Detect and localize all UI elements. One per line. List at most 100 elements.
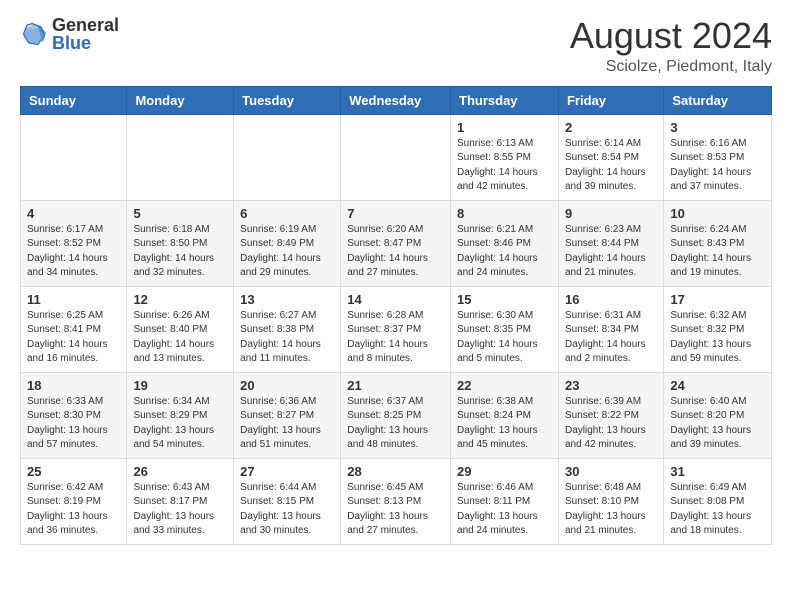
day-info: Sunrise: 6:42 AM Sunset: 8:19 PM Dayligh… bbox=[27, 481, 120, 539]
calendar-day-6: 6Sunrise: 6:19 AM Sunset: 8:49 PM Daylig… bbox=[234, 200, 341, 286]
day-number: 25 bbox=[27, 464, 120, 479]
title-section: August 2024 Sciolze, Piedmont, Italy bbox=[570, 16, 772, 76]
calendar-week-2: 4 Sunrise: 6:17 AM Sunset: 8:52 PM Daylig… bbox=[21, 200, 772, 286]
calendar-day-16: 16 Sunrise: 6:31 AM Sunset: 8:34 PM Dayli… bbox=[558, 286, 663, 372]
calendar-day-31: 31 Sunrise: 6:49 AM Sunset: 8:08 PM Dayli… bbox=[664, 458, 772, 544]
day-number: 18 bbox=[27, 378, 120, 393]
day-number: 29 bbox=[457, 464, 552, 479]
day-info: Sunrise: 6:48 AM Sunset: 8:10 PM Dayligh… bbox=[565, 481, 657, 539]
calendar-day-17: 17 Sunrise: 6:32 AM Sunset: 8:32 PM Dayli… bbox=[664, 286, 772, 372]
calendar-day-22: 22 Sunrise: 6:38 AM Sunset: 8:24 PM Dayli… bbox=[451, 372, 559, 458]
calendar-header-thursday: Thursday bbox=[451, 86, 559, 114]
calendar-day-empty-0-0 bbox=[21, 114, 127, 200]
day-info: Sunrise: 6:26 AM Sunset: 8:40 PM Dayligh… bbox=[133, 309, 227, 367]
calendar-day-2: 2Sunrise: 6:14 AM Sunset: 8:54 PM Daylig… bbox=[558, 114, 663, 200]
day-info: Sunrise: 6:34 AM Sunset: 8:29 PM Dayligh… bbox=[133, 395, 227, 453]
calendar-day-empty-0-2 bbox=[234, 114, 341, 200]
day-number: 7 bbox=[347, 206, 444, 221]
calendar-week-3: 11 Sunrise: 6:25 AM Sunset: 8:41 PM Dayli… bbox=[21, 286, 772, 372]
month-year: August 2024 bbox=[570, 16, 772, 56]
day-number: 16 bbox=[565, 292, 657, 307]
day-info: Sunrise: 6:49 AM Sunset: 8:08 PM Dayligh… bbox=[670, 481, 765, 539]
calendar-day-15: 15 Sunrise: 6:30 AM Sunset: 8:35 PM Dayli… bbox=[451, 286, 559, 372]
day-info: Sunrise: 6:39 AM Sunset: 8:22 PM Dayligh… bbox=[565, 395, 657, 453]
calendar-week-4: 18 Sunrise: 6:33 AM Sunset: 8:30 PM Dayli… bbox=[21, 372, 772, 458]
calendar-header-friday: Friday bbox=[558, 86, 663, 114]
logo-icon bbox=[20, 20, 48, 48]
calendar-day-30: 30 Sunrise: 6:48 AM Sunset: 8:10 PM Dayli… bbox=[558, 458, 663, 544]
day-info: Sunrise: 6:33 AM Sunset: 8:30 PM Dayligh… bbox=[27, 395, 120, 453]
day-info: Sunrise: 6:43 AM Sunset: 8:17 PM Dayligh… bbox=[133, 481, 227, 539]
day-info: Sunrise: 6:38 AM Sunset: 8:24 PM Dayligh… bbox=[457, 395, 552, 453]
calendar-day-11: 11 Sunrise: 6:25 AM Sunset: 8:41 PM Dayli… bbox=[21, 286, 127, 372]
day-number: 9 bbox=[565, 206, 657, 221]
calendar-header-tuesday: Tuesday bbox=[234, 86, 341, 114]
calendar-day-1: 1Sunrise: 6:13 AM Sunset: 8:55 PM Daylig… bbox=[451, 114, 559, 200]
location: Sciolze, Piedmont, Italy bbox=[570, 58, 772, 76]
day-info: Sunrise: 6:21 AM Sunset: 8:46 PM Dayligh… bbox=[457, 223, 552, 281]
calendar-day-29: 29Sunrise: 6:46 AM Sunset: 8:11 PM Dayli… bbox=[451, 458, 559, 544]
calendar-day-26: 26 Sunrise: 6:43 AM Sunset: 8:17 PM Dayli… bbox=[127, 458, 234, 544]
calendar-table: SundayMondayTuesdayWednesdayThursdayFrid… bbox=[20, 86, 772, 545]
day-info: Sunrise: 6:19 AM Sunset: 8:49 PM Dayligh… bbox=[240, 223, 334, 281]
day-number: 31 bbox=[670, 464, 765, 479]
day-number: 23 bbox=[565, 378, 657, 393]
day-number: 30 bbox=[565, 464, 657, 479]
day-number: 13 bbox=[240, 292, 334, 307]
calendar-day-19: 19 Sunrise: 6:34 AM Sunset: 8:29 PM Dayli… bbox=[127, 372, 234, 458]
calendar-header-sunday: Sunday bbox=[21, 86, 127, 114]
day-number: 19 bbox=[133, 378, 227, 393]
day-info: Sunrise: 6:25 AM Sunset: 8:41 PM Dayligh… bbox=[27, 309, 120, 367]
day-info: Sunrise: 6:45 AM Sunset: 8:13 PM Dayligh… bbox=[347, 481, 444, 539]
day-info: Sunrise: 6:32 AM Sunset: 8:32 PM Dayligh… bbox=[670, 309, 765, 367]
day-number: 17 bbox=[670, 292, 765, 307]
calendar-day-25: 25 Sunrise: 6:42 AM Sunset: 8:19 PM Dayli… bbox=[21, 458, 127, 544]
calendar-day-21: 21Sunrise: 6:37 AM Sunset: 8:25 PM Dayli… bbox=[341, 372, 451, 458]
calendar-day-12: 12 Sunrise: 6:26 AM Sunset: 8:40 PM Dayli… bbox=[127, 286, 234, 372]
calendar-day-10: 10Sunrise: 6:24 AM Sunset: 8:43 PM Dayli… bbox=[664, 200, 772, 286]
day-info: Sunrise: 6:40 AM Sunset: 8:20 PM Dayligh… bbox=[670, 395, 765, 453]
logo-blue-text: Blue bbox=[52, 34, 119, 52]
calendar-day-5: 5Sunrise: 6:18 AM Sunset: 8:50 PM Daylig… bbox=[127, 200, 234, 286]
day-info: Sunrise: 6:17 AM Sunset: 8:52 PM Dayligh… bbox=[27, 223, 120, 281]
day-number: 5 bbox=[133, 206, 227, 221]
page: General Blue August 2024 Sciolze, Piedmo… bbox=[0, 0, 792, 561]
calendar-week-1: 1Sunrise: 6:13 AM Sunset: 8:55 PM Daylig… bbox=[21, 114, 772, 200]
logo-text: General Blue bbox=[52, 16, 119, 52]
day-info: Sunrise: 6:16 AM Sunset: 8:53 PM Dayligh… bbox=[670, 137, 765, 195]
logo-general-text: General bbox=[52, 16, 119, 34]
day-number: 28 bbox=[347, 464, 444, 479]
day-info: Sunrise: 6:30 AM Sunset: 8:35 PM Dayligh… bbox=[457, 309, 552, 367]
calendar-day-empty-0-3 bbox=[341, 114, 451, 200]
day-info: Sunrise: 6:37 AM Sunset: 8:25 PM Dayligh… bbox=[347, 395, 444, 453]
calendar-day-empty-0-1 bbox=[127, 114, 234, 200]
day-number: 14 bbox=[347, 292, 444, 307]
calendar-day-13: 13Sunrise: 6:27 AM Sunset: 8:38 PM Dayli… bbox=[234, 286, 341, 372]
day-number: 4 bbox=[27, 206, 120, 221]
day-number: 24 bbox=[670, 378, 765, 393]
logo: General Blue bbox=[20, 16, 119, 52]
calendar-day-4: 4 Sunrise: 6:17 AM Sunset: 8:52 PM Daylig… bbox=[21, 200, 127, 286]
calendar-day-7: 7 Sunrise: 6:20 AM Sunset: 8:47 PM Daylig… bbox=[341, 200, 451, 286]
calendar-header-row: SundayMondayTuesdayWednesdayThursdayFrid… bbox=[21, 86, 772, 114]
calendar-day-3: 3Sunrise: 6:16 AM Sunset: 8:53 PM Daylig… bbox=[664, 114, 772, 200]
calendar-header-saturday: Saturday bbox=[664, 86, 772, 114]
day-info: Sunrise: 6:23 AM Sunset: 8:44 PM Dayligh… bbox=[565, 223, 657, 281]
calendar-day-9: 9 Sunrise: 6:23 AM Sunset: 8:44 PM Daylig… bbox=[558, 200, 663, 286]
day-info: Sunrise: 6:20 AM Sunset: 8:47 PM Dayligh… bbox=[347, 223, 444, 281]
calendar-day-28: 28 Sunrise: 6:45 AM Sunset: 8:13 PM Dayli… bbox=[341, 458, 451, 544]
day-number: 12 bbox=[133, 292, 227, 307]
day-number: 15 bbox=[457, 292, 552, 307]
day-number: 22 bbox=[457, 378, 552, 393]
day-info: Sunrise: 6:44 AM Sunset: 8:15 PM Dayligh… bbox=[240, 481, 334, 539]
day-info: Sunrise: 6:31 AM Sunset: 8:34 PM Dayligh… bbox=[565, 309, 657, 367]
day-number: 27 bbox=[240, 464, 334, 479]
calendar-day-8: 8 Sunrise: 6:21 AM Sunset: 8:46 PM Daylig… bbox=[451, 200, 559, 286]
day-number: 8 bbox=[457, 206, 552, 221]
calendar-header-monday: Monday bbox=[127, 86, 234, 114]
calendar-week-5: 25 Sunrise: 6:42 AM Sunset: 8:19 PM Dayli… bbox=[21, 458, 772, 544]
day-number: 20 bbox=[240, 378, 334, 393]
day-number: 11 bbox=[27, 292, 120, 307]
day-number: 26 bbox=[133, 464, 227, 479]
day-number: 10 bbox=[670, 206, 765, 221]
